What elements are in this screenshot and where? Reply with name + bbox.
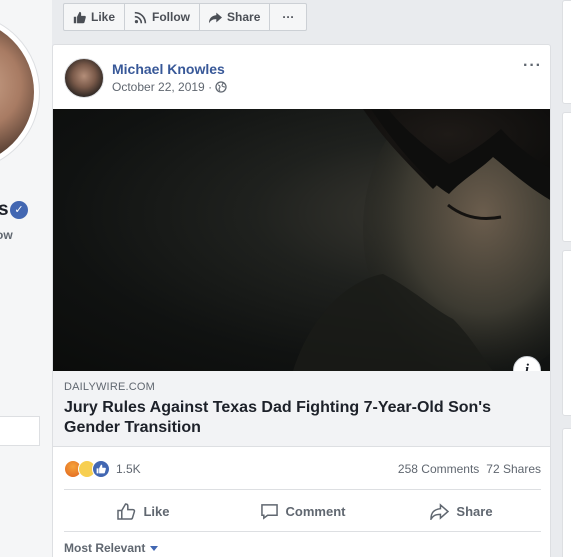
page-action-bar: Like Follow Share ··· (63, 3, 308, 31)
left-sidebar: s ✓ ow (0, 0, 52, 557)
right-column (562, 0, 571, 557)
post-options-icon[interactable]: ··· (523, 57, 542, 75)
engagement-counts: 258 Comments 72 Shares (398, 462, 541, 476)
share-arrow-icon (209, 12, 223, 23)
share-arrow-icon (430, 502, 450, 520)
verified-badge-icon: ✓ (10, 201, 28, 219)
profile-picture[interactable] (0, 19, 34, 165)
author-name-link[interactable]: Michael Knowles (112, 61, 225, 77)
profile-name[interactable]: s (0, 199, 9, 221)
like-reaction-icon[interactable] (92, 460, 110, 478)
like-label: Like (143, 503, 170, 519)
sidebar-box (0, 416, 40, 446)
page-like-label: Like (91, 10, 116, 24)
post-action-buttons: Like Comment Share (64, 495, 541, 527)
comment-sort-label: Most Relevant (64, 541, 146, 555)
right-card (562, 428, 571, 557)
share-label: Share (456, 503, 493, 519)
comment-button[interactable]: Comment (223, 495, 382, 527)
caret-down-icon (150, 545, 159, 551)
page-share-button[interactable]: Share (200, 4, 271, 30)
thumbs-up-icon (96, 464, 106, 474)
like-button[interactable]: Like (64, 495, 223, 527)
post-date-link[interactable]: October 22, 2019 · (112, 80, 212, 94)
post-card: Michael Knowles October 22, 2019 · ··· i… (52, 44, 551, 557)
share-button[interactable]: Share (382, 495, 541, 527)
link-preview-image[interactable]: i (53, 109, 550, 371)
profile-picture-frame[interactable] (0, 13, 40, 171)
comment-label: Comment (285, 503, 346, 519)
page-like-button[interactable]: Like (64, 4, 126, 30)
comments-count-link[interactable]: 258 Comments (398, 462, 479, 476)
page-follow-button[interactable]: Follow (125, 4, 201, 30)
page-follow-label: Follow (152, 10, 191, 24)
globe-icon (215, 81, 227, 93)
divider (64, 489, 541, 490)
comment-bubble-icon (260, 503, 278, 520)
divider (64, 531, 541, 532)
page-share-label: Share (227, 10, 261, 24)
thumbs-up-icon (73, 11, 86, 23)
right-card (562, 0, 571, 104)
profile-handle[interactable]: ow (0, 228, 13, 242)
link-title[interactable]: Jury Rules Against Texas Dad Fighting 7-… (64, 398, 534, 438)
shares-count-link[interactable]: 72 Shares (486, 462, 541, 476)
follow-icon (134, 11, 147, 23)
more-icon: ··· (282, 10, 295, 24)
page-more-button[interactable]: ··· (270, 4, 306, 30)
boy-photo (293, 109, 550, 371)
link-caption[interactable]: DAILYWIRE.COM Jury Rules Against Texas D… (53, 371, 550, 447)
reaction-count[interactable]: 1.5K (116, 462, 141, 476)
comment-sort-dropdown[interactable]: Most Relevant (64, 541, 159, 555)
reactions-summary: 1.5K 258 Comments 72 Shares (64, 458, 541, 480)
post-meta: October 22, 2019 · (112, 80, 227, 94)
right-card (562, 112, 571, 242)
right-card (562, 250, 571, 416)
thumbs-up-icon (117, 502, 136, 520)
link-domain: DAILYWIRE.COM (64, 381, 156, 393)
author-avatar[interactable] (64, 58, 104, 98)
